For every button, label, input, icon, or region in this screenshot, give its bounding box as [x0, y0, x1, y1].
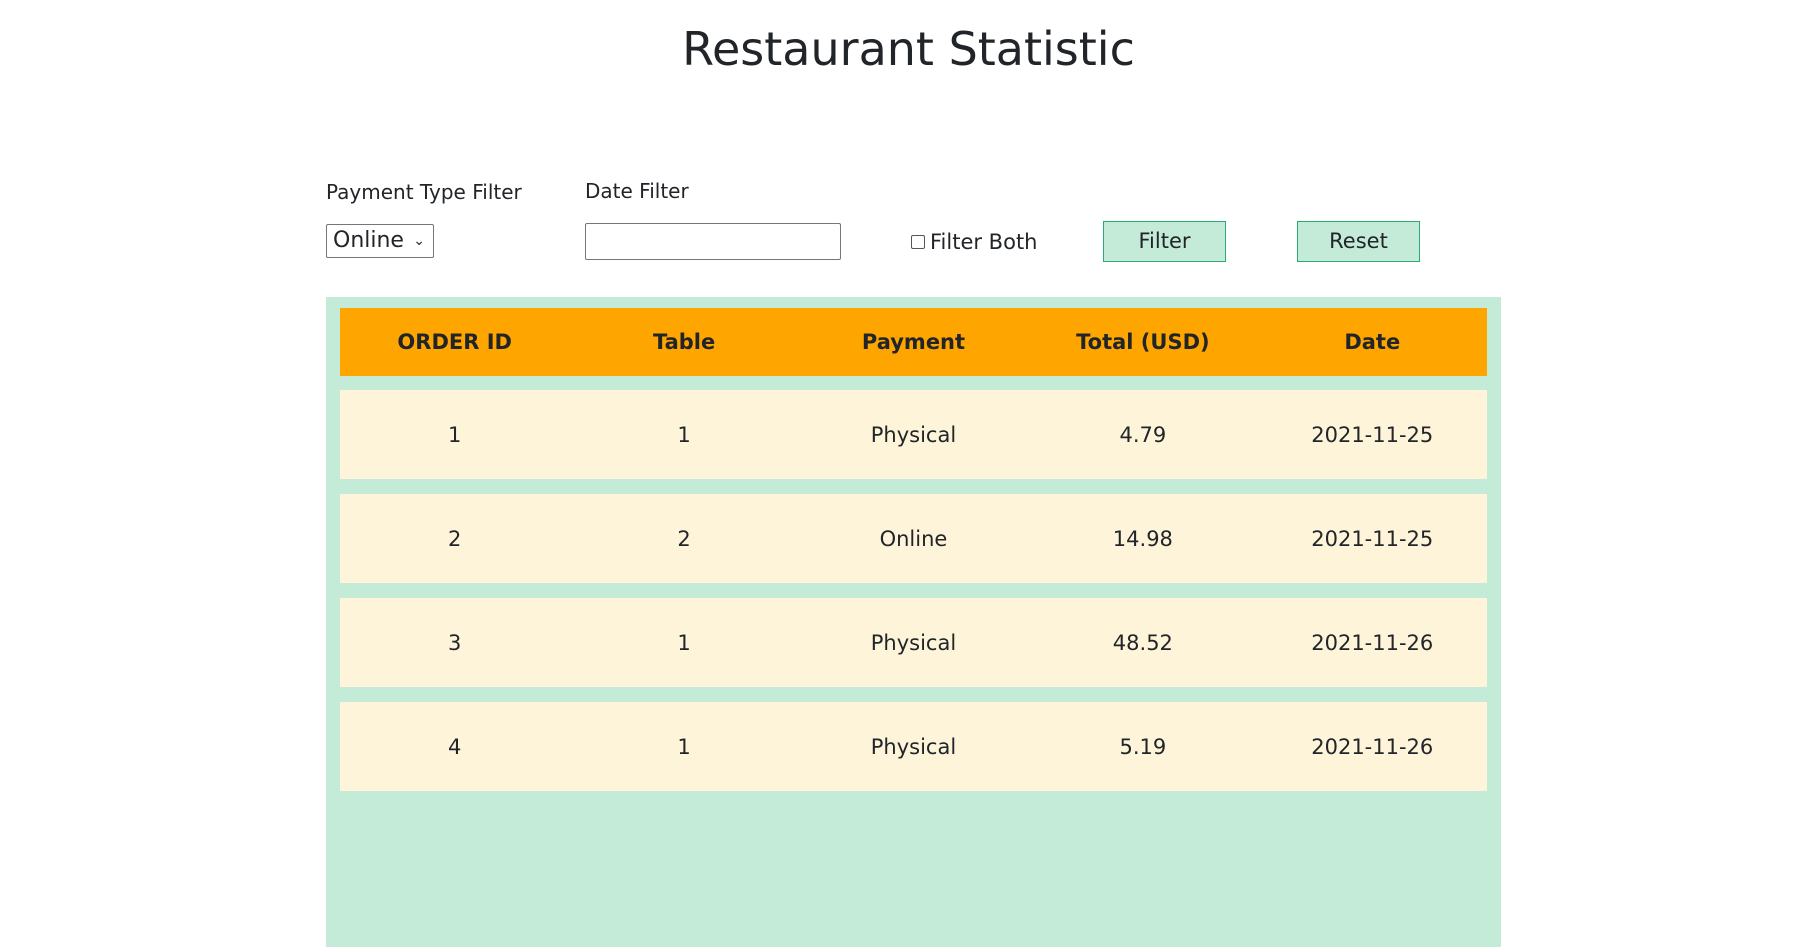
- filter-button[interactable]: Filter: [1103, 221, 1226, 262]
- cell-payment: Physical: [870, 734, 957, 759]
- cell-table: 1: [677, 630, 691, 655]
- header-order-id: ORDER ID: [397, 330, 512, 354]
- cell-payment: Online: [879, 526, 948, 551]
- reset-button[interactable]: Reset: [1297, 221, 1420, 262]
- header-table: Table: [652, 330, 716, 354]
- cell-total: 4.79: [1119, 422, 1167, 447]
- date-filter-label: Date Filter: [585, 179, 689, 203]
- date-filter-input[interactable]: [585, 223, 841, 260]
- cell-date: 2021-11-26: [1311, 734, 1434, 759]
- cell-order-id: 4: [448, 734, 462, 759]
- cell-total: 5.19: [1119, 734, 1167, 759]
- table-row: 4 1 Physical 5.19 2021-11-26: [340, 702, 1487, 791]
- cell-date: 2021-11-25: [1311, 526, 1434, 551]
- cell-table: 1: [677, 422, 691, 447]
- filter-both-checkbox[interactable]: [911, 235, 925, 249]
- payment-type-filter-label: Payment Type Filter: [326, 180, 522, 204]
- chevron-down-icon: ⌄: [413, 233, 425, 249]
- cell-payment: Physical: [870, 630, 957, 655]
- header-payment: Payment: [861, 330, 966, 354]
- cell-table: 2: [677, 526, 691, 551]
- filter-bar: Payment Type Filter Online ⌄ Date Filter…: [326, 179, 1506, 270]
- cell-order-id: 1: [448, 422, 462, 447]
- orders-table-panel: ORDER ID Table Payment Total (USD) Date …: [326, 297, 1501, 947]
- filter-both-option[interactable]: Filter Both: [911, 228, 1037, 256]
- header-date: Date: [1344, 330, 1401, 354]
- page-title: Restaurant Statistic: [682, 22, 1135, 76]
- cell-order-id: 3: [448, 630, 462, 655]
- table-row: 1 1 Physical 4.79 2021-11-25: [340, 390, 1487, 479]
- cell-date: 2021-11-26: [1311, 630, 1434, 655]
- header-total: Total (USD): [1076, 330, 1210, 354]
- cell-table: 1: [677, 734, 691, 759]
- cell-date: 2021-11-25: [1311, 422, 1434, 447]
- payment-type-select-value: Online: [333, 228, 404, 253]
- cell-total: 48.52: [1112, 630, 1173, 655]
- payment-type-select[interactable]: Online ⌄: [326, 224, 434, 258]
- cell-order-id: 2: [448, 526, 462, 551]
- table-row: 2 2 Online 14.98 2021-11-25: [340, 494, 1487, 583]
- filter-both-label: Filter Both: [930, 230, 1038, 254]
- table-header: ORDER ID Table Payment Total (USD) Date: [340, 308, 1487, 376]
- table-row: 3 1 Physical 48.52 2021-11-26: [340, 598, 1487, 687]
- cell-payment: Physical: [870, 422, 957, 447]
- cell-total: 14.98: [1112, 526, 1173, 551]
